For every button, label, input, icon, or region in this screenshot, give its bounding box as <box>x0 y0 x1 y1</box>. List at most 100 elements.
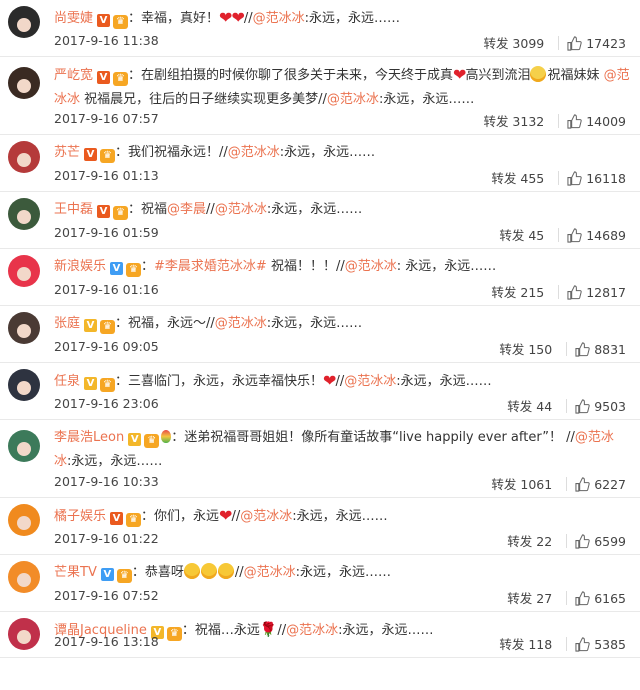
comment-timestamp: 2017-9-16 11:38 <box>54 33 159 48</box>
avatar[interactable] <box>8 67 40 99</box>
thumbs-up-icon <box>575 534 590 552</box>
like-button[interactable]: 6599 <box>575 534 626 549</box>
comment-text-segment: ：迷弟祝福哥哥姐姐！像所有童话故事“live happily ever afte… <box>171 430 575 445</box>
avatar[interactable] <box>8 430 40 462</box>
mention-link[interactable]: @李晨 <box>167 202 206 217</box>
repost-button[interactable]: 转发 1061 <box>491 477 552 492</box>
username-link[interactable]: 芒果TV <box>54 565 97 580</box>
like-button[interactable]: 12817 <box>567 285 626 300</box>
comment-text-segment: ：祝福…永远 <box>181 623 260 638</box>
comment-text-segment: ：在剧组拍摄的时候你聊了很多关于未来，今天终于成真 <box>128 68 454 83</box>
avatar[interactable] <box>8 369 40 401</box>
comment-text-segment: // <box>243 11 253 26</box>
comment-stats: 转发 44 9503 <box>507 396 626 417</box>
avatar[interactable] <box>8 312 40 344</box>
comment-timestamp: 2017-9-16 01:16 <box>54 282 159 297</box>
like-button[interactable]: 14009 <box>567 114 626 129</box>
like-button[interactable]: 14689 <box>567 228 626 243</box>
avatar[interactable] <box>8 141 40 173</box>
comment-feed: 尚雯婕 V ♛ ：幸福，真好！❤❤//@范冰冰:永远，永远…… 2017-9-16 11… <box>0 0 640 658</box>
member-crown-icon: ♛ <box>166 627 182 641</box>
balloon-icon <box>161 430 172 443</box>
like-button[interactable]: 9503 <box>575 399 626 414</box>
avatar[interactable] <box>8 618 40 650</box>
repost-button[interactable]: 转发 215 <box>491 285 544 300</box>
repost-button[interactable]: 转发 3132 <box>483 114 544 129</box>
comment-text-segment: :永远，永远…… <box>295 565 392 580</box>
like-button[interactable]: 6165 <box>575 591 626 606</box>
like-button[interactable]: 16118 <box>567 171 626 186</box>
mention-link[interactable]: @范冰冰 <box>240 509 292 524</box>
like-button[interactable]: 6227 <box>575 477 626 492</box>
username-link[interactable]: 张庭 <box>54 316 80 331</box>
stats-divider <box>558 285 560 299</box>
mention-link[interactable]: @范冰冰 <box>286 623 338 638</box>
username-link[interactable]: 苏芒 <box>54 145 80 160</box>
avatar-face-icon <box>17 18 31 32</box>
like-button[interactable]: 8831 <box>575 342 626 357</box>
username-link[interactable]: 橘子娱乐 <box>54 509 106 524</box>
repost-button[interactable]: 转发 150 <box>499 342 552 357</box>
comment-timestamp: 2017-9-16 07:57 <box>54 111 159 126</box>
comment-item: 任泉 V ♛ ：三喜临门，永远，永远幸福快乐！❤//@范冰冰:永远，永远…… 2017-… <box>0 363 640 420</box>
member-crown-icon: ♛ <box>100 378 116 392</box>
username-link[interactable]: 严屹宽 <box>54 68 93 83</box>
repost-button[interactable]: 转发 22 <box>507 534 552 549</box>
like-button[interactable]: 5385 <box>575 637 626 652</box>
comment-text: 张庭 V ♛ ：祝福，永远～//@范冰冰:永远，永远…… <box>54 312 630 336</box>
comment-text-segment: // <box>234 565 244 580</box>
avatar-face-icon <box>17 442 31 456</box>
avatar[interactable] <box>8 255 40 287</box>
mention-link[interactable]: @范冰冰 <box>215 202 267 217</box>
avatar[interactable] <box>8 6 40 38</box>
username-link[interactable]: 尚雯婕 <box>54 11 93 26</box>
comment-stats: 转发 27 6165 <box>507 588 626 609</box>
comment-text-segment: :永远，永远…… <box>338 623 434 638</box>
comment-stats: 转发 118 5385 <box>499 634 626 655</box>
mention-link[interactable]: @范冰冰 <box>215 316 267 331</box>
thumbs-up-icon <box>567 114 582 132</box>
comment-text-segment: ：我们祝福永远！// <box>115 145 228 160</box>
mention-link[interactable]: @范冰冰 <box>345 259 397 274</box>
mention-link[interactable]: @范冰冰 <box>244 565 296 580</box>
comment-text-segment: ：祝福 <box>128 202 168 217</box>
comment-item: 新浪娱乐 V ♛ ：#李晨求婚范冰冰# 祝福！！！//@范冰冰: 永远，永远…… 201… <box>0 249 640 306</box>
avatar-face-icon <box>17 79 31 93</box>
repost-button[interactable]: 转发 118 <box>499 637 552 652</box>
thumbs-up-icon <box>567 171 582 189</box>
comment-stats: 转发 215 12817 <box>491 282 626 303</box>
repost-button[interactable]: 转发 45 <box>499 228 544 243</box>
comment-text-segment: // <box>231 509 241 524</box>
heart-emoji-icon: ❤ <box>323 371 336 390</box>
mention-link[interactable]: @范冰冰 <box>327 92 379 107</box>
mention-link[interactable]: @范冰冰 <box>228 145 280 160</box>
stats-divider <box>566 637 568 651</box>
avatar[interactable] <box>8 198 40 230</box>
like-button[interactable]: 17423 <box>567 36 626 51</box>
thumbs-up-icon <box>575 477 590 495</box>
like-count: 16118 <box>586 171 626 186</box>
thumbs-up-icon <box>575 637 590 655</box>
thumbs-up-icon <box>575 399 590 417</box>
comment-text: 严屹宽 V ♛ ：在剧组拍摄的时候你聊了很多关于未来，今天终于成真❤高兴到流泪 祝福妹妹… <box>54 63 630 112</box>
comment-content: 芒果TV V ♛ ：恭喜呀 //@范冰冰:永远，永远…… <box>54 561 630 585</box>
username-link[interactable]: 新浪娱乐 <box>54 259 106 274</box>
comment-item: 张庭 V ♛ ：祝福，永远～//@范冰冰:永远，永远…… 2017-9-16 09:05… <box>0 306 640 363</box>
mention-link[interactable]: @范冰冰 <box>253 11 305 26</box>
username-link[interactable]: 李晨浩Leon <box>54 430 124 445</box>
username-link[interactable]: 王中磊 <box>54 202 93 217</box>
avatar[interactable] <box>8 561 40 593</box>
repost-button[interactable]: 转发 44 <box>507 399 552 414</box>
comment-content: 尚雯婕 V ♛ ：幸福，真好！❤❤//@范冰冰:永远，永远…… <box>54 6 630 31</box>
mention-link[interactable]: @范冰冰 <box>344 374 396 389</box>
comment-content: 任泉 V ♛ ：三喜临门，永远，永远幸福快乐！❤//@范冰冰:永远，永远…… <box>54 369 630 394</box>
like-count: 6227 <box>594 477 626 492</box>
topic-link[interactable]: #李晨求婚范冰冰# <box>154 259 267 274</box>
repost-button[interactable]: 转发 27 <box>507 591 552 606</box>
smile-emoji-icon <box>217 563 234 579</box>
repost-button[interactable]: 转发 3099 <box>483 36 544 51</box>
repost-button[interactable]: 转发 455 <box>491 171 544 186</box>
avatar[interactable] <box>8 504 40 536</box>
comment-item: 尚雯婕 V ♛ ：幸福，真好！❤❤//@范冰冰:永远，永远…… 2017-9-16 11… <box>0 0 640 57</box>
username-link[interactable]: 任泉 <box>54 374 80 389</box>
